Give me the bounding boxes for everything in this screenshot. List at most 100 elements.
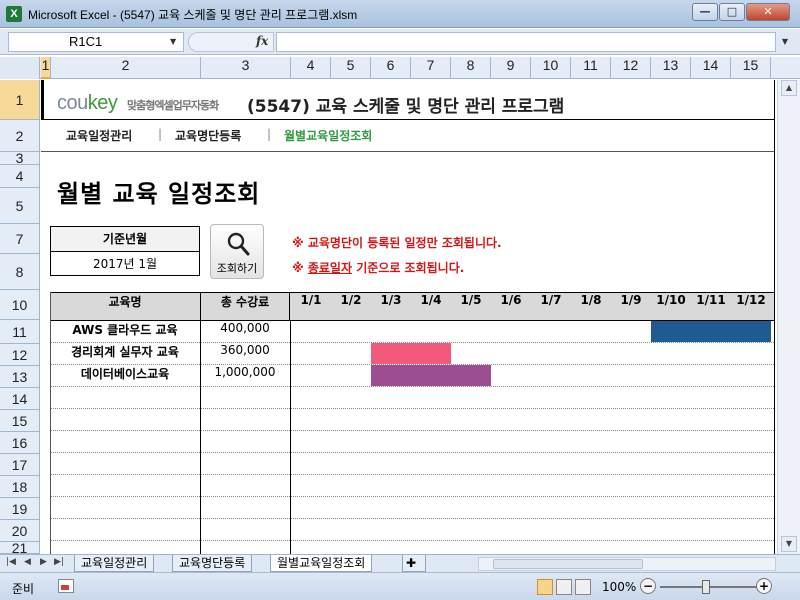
column-header[interactable]: 12 [611,57,651,79]
insert-sheet-icon[interactable]: ✚ [402,555,426,572]
column-header[interactable]: 9 [491,57,531,79]
table-row[interactable] [50,541,774,554]
zoom-out-icon[interactable]: − [640,578,656,594]
minimize-button[interactable]: — [692,3,718,21]
row-header[interactable]: 7 [0,224,40,254]
zoom-slider-thumb[interactable] [702,580,710,594]
sheet-tab-monthly[interactable]: 월별교육일정조회 [270,555,373,572]
column-header[interactable]: 13 [651,57,691,79]
column-header[interactable]: 1 [41,57,51,79]
table-left-border [50,292,51,554]
course-fee: 400,000 [220,321,270,335]
column-header[interactable]: 8 [451,57,491,79]
notice-end-date: ※ 종료일자 기준으로 조회됩니다. [292,261,465,275]
select-all-corner[interactable] [0,57,40,79]
table-row[interactable]: 경리회계 실무자 교육 360,000 [50,343,774,365]
next-sheet-icon[interactable]: ▶ [40,557,47,567]
row-header[interactable]: 18 [0,476,40,498]
schedule-bar [371,365,491,386]
zoom-in-icon[interactable]: + [756,578,772,594]
row-header[interactable]: 21 [0,541,40,555]
worksheet[interactable]: coukey 맞춤형엑셀업무자동화 (5547) 교육 스케줄 및 명단 관리 … [41,80,777,554]
close-button[interactable]: ✕ [746,3,790,21]
macro-record-icon[interactable] [58,579,74,593]
scroll-down-icon[interactable]: ▼ [781,536,797,552]
vertical-scrollbar[interactable]: ▲ ▼ [777,80,800,554]
table-row[interactable] [50,519,774,541]
table-row[interactable] [50,497,774,519]
page-break-view-icon[interactable] [575,579,591,595]
table-row[interactable]: AWS 클라우드 교육 400,000 [50,321,774,343]
column-header[interactable]: 14 [691,57,731,79]
column-header[interactable]: 10 [531,57,571,79]
sheet-tab-roster[interactable]: 교육명단등록 [172,555,253,572]
sheet-tab-schedule[interactable]: 교육일정관리 [74,555,155,572]
row-header[interactable]: 4 [0,165,40,188]
row-header[interactable]: 2 [0,120,40,152]
name-box[interactable]: R1C1 [8,32,184,52]
table-row[interactable]: 데이터베이스교육 1,000,000 [50,365,774,387]
row-header[interactable]: 13 [0,366,40,388]
maximize-button[interactable]: □ [719,3,745,21]
first-sheet-icon[interactable]: |◀ [6,557,16,567]
last-sheet-icon[interactable]: ▶| [54,557,64,567]
excel-icon: X [6,6,22,22]
horizontal-scrollbar[interactable] [478,557,776,571]
column-header[interactable]: 7 [411,57,451,79]
row-header[interactable]: 3 [0,151,40,165]
row-header[interactable]: 14 [0,388,40,410]
prev-sheet-icon[interactable]: ◀ [24,557,31,567]
base-month-value[interactable]: 2017년 1월 [51,252,199,276]
column-header[interactable]: 11 [571,57,611,79]
month-header: 1/8 [580,293,602,307]
table-row[interactable] [50,431,774,453]
row-header[interactable]: 5 [0,188,40,224]
function-icon[interactable]: fx [256,34,268,48]
month-header: 1/5 [460,293,482,307]
status-bar: 준비 100% − + [0,572,800,600]
column-header[interactable]: 3 [201,57,291,79]
course-name: 데이터베이스교육 [80,367,170,381]
scroll-up-icon[interactable]: ▲ [781,80,797,96]
table-divider [200,321,201,554]
row-header[interactable]: 12 [0,344,40,366]
table-row[interactable] [50,387,774,409]
month-header: 1/11 [696,293,726,307]
row-header[interactable]: 10 [0,290,40,320]
table-row[interactable] [50,409,774,431]
column-header[interactable]: 5 [331,57,371,79]
title-bar: X Microsoft Excel - (5547) 교육 스케줄 및 명단 관… [0,0,800,28]
row-header[interactable]: 15 [0,410,40,432]
horizontal-scroll-thumb[interactable] [493,559,643,569]
month-header: 1/6 [500,293,522,307]
row-header[interactable]: 20 [0,520,40,542]
nav-link-schedule[interactable]: 교육일정관리 [66,127,132,144]
row-header[interactable]: 16 [0,432,40,454]
row-header[interactable]: 1 [0,80,40,120]
zoom-level[interactable]: 100% [602,580,636,594]
row-header[interactable]: 19 [0,498,40,520]
search-button[interactable]: 조회하기 [210,224,264,279]
sheet-right-border [774,80,775,554]
course-name: 경리회계 실무자 교육 [71,345,179,359]
column-header[interactable]: 15 [731,57,771,79]
formula-input[interactable] [276,32,776,52]
table-row[interactable] [50,475,774,497]
page-layout-view-icon[interactable] [556,579,572,595]
coukey-logo: coukey [57,92,118,114]
zoom-slider[interactable] [660,586,760,588]
row-header[interactable]: 17 [0,454,40,476]
row-header[interactable]: 11 [0,320,40,344]
row-header[interactable]: 8 [0,254,40,290]
nav-link-roster[interactable]: 교육명단등록 [175,127,241,144]
column-header[interactable]: 6 [371,57,411,79]
chevron-down-icon[interactable]: ▼ [170,37,176,46]
schedule-bar [371,343,451,364]
column-header[interactable]: 2 [51,57,201,79]
normal-view-icon[interactable] [537,579,553,595]
table-row[interactable] [50,453,774,475]
column-header[interactable]: 4 [291,57,331,79]
course-fee: 1,000,000 [214,365,276,379]
expand-formula-icon[interactable]: ▼ [778,32,792,52]
nav-link-monthly[interactable]: 월별교육일정조회 [284,127,372,144]
